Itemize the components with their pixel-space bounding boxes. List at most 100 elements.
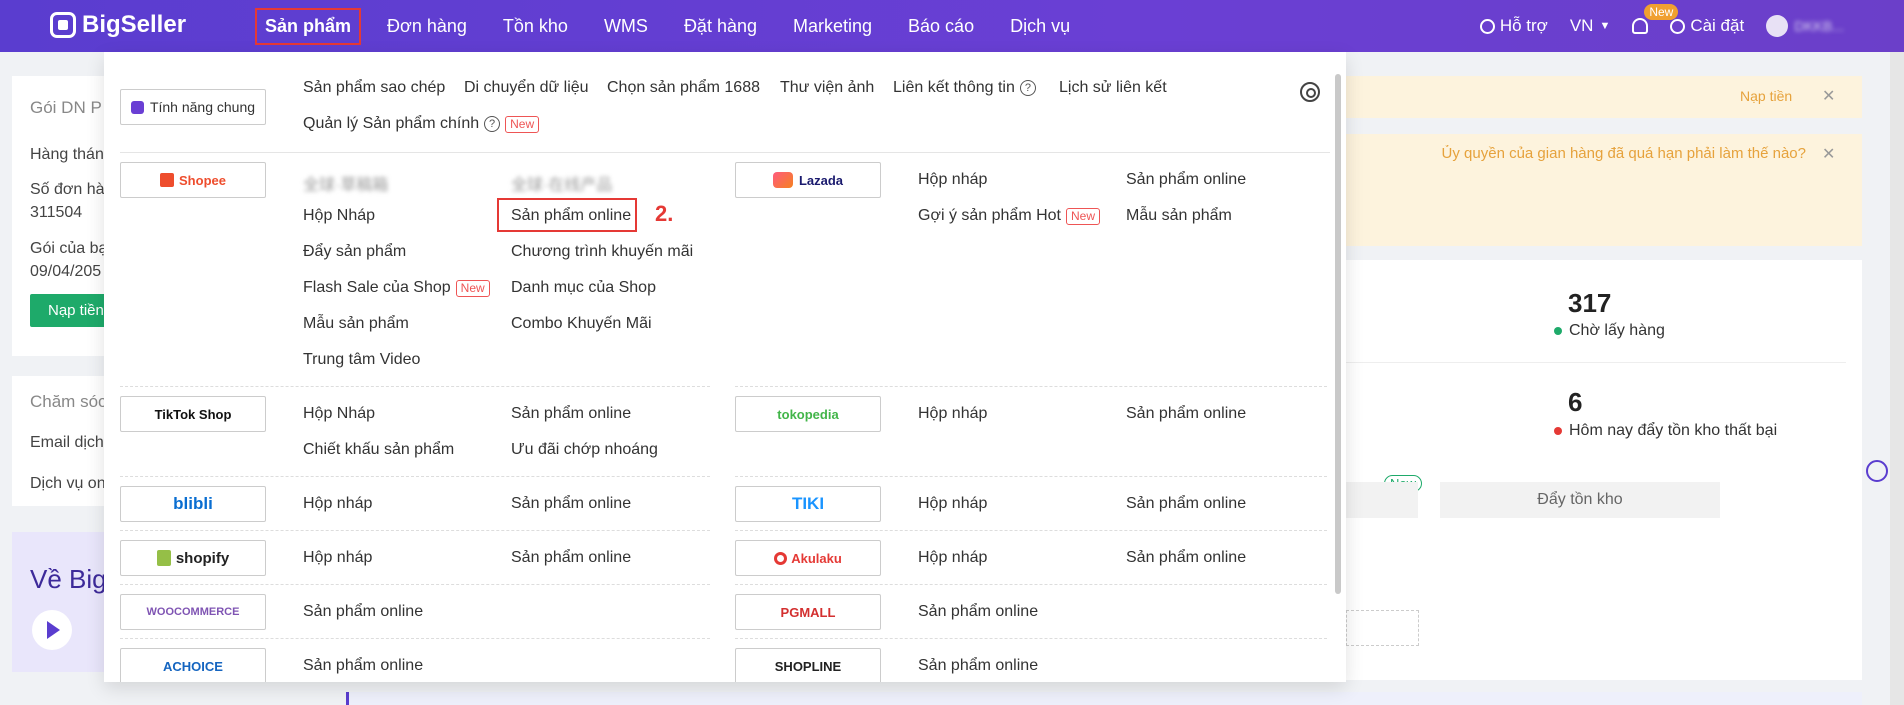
divider — [120, 584, 710, 585]
shopee-video-center-link[interactable]: Trung tâm Video — [303, 351, 420, 369]
nav-inventory[interactable]: Tồn kho — [485, 0, 586, 52]
support-email: Email dịch — [30, 434, 104, 451]
shopline-online-products-link[interactable]: Sản phẩm online — [918, 657, 1038, 675]
lazada-product-template-link[interactable]: Mẫu sản phẩm — [1126, 207, 1232, 225]
tiktok-logo: TikTok Shop — [120, 396, 266, 432]
close-icon[interactable]: ✕ — [1822, 86, 1835, 106]
search-icon — [1479, 18, 1495, 34]
brand-logo[interactable]: BigSeller — [50, 11, 186, 39]
nav-purchase[interactable]: Đặt hàng — [666, 0, 775, 52]
stat-push-failed-count[interactable]: 6 — [1568, 387, 1582, 418]
page-scrollbar[interactable] — [1890, 52, 1904, 705]
new-badge: New — [455, 279, 490, 297]
main-nav: Sản phẩm Đơn hàng Tồn kho WMS Đặt hàng M… — [247, 0, 1088, 52]
nav-reports[interactable]: Báo cáo — [890, 0, 992, 52]
lazada-hot-products-link[interactable]: Gợi ý sản phẩm Hot New — [918, 207, 1101, 225]
link-global-draft[interactable]: 全球·草稿箱 — [303, 171, 388, 195]
plan-line-2: Số đơn hàn — [30, 181, 114, 198]
search-icon[interactable] — [1866, 460, 1888, 482]
shopee-combo-link[interactable]: Combo Khuyến Mãi — [511, 315, 652, 333]
lazada-online-products-link[interactable]: Sản phẩm online — [1126, 171, 1246, 189]
nav-services[interactable]: Dịch vụ — [992, 0, 1088, 52]
link-linking-history[interactable]: Lịch sử liên kết — [1059, 79, 1167, 97]
shopee-product-template-link[interactable]: Mẫu sản phẩm — [303, 315, 409, 333]
woocommerce-online-products-link[interactable]: Sản phẩm online — [303, 603, 423, 621]
gear-icon[interactable] — [1300, 82, 1320, 102]
tiktok-discount-link[interactable]: Chiết khấu sản phẩm — [303, 441, 454, 459]
tiki-online-products-link[interactable]: Sản phẩm online — [1126, 495, 1246, 513]
nav-marketing[interactable]: Marketing — [775, 0, 890, 52]
stat-awaiting-pickup-label: Chờ lấy hàng — [1569, 322, 1665, 339]
about-title: Về Big — [30, 564, 107, 594]
shopify-online-products-link[interactable]: Sản phẩm online — [511, 549, 631, 567]
stat-awaiting-pickup-count[interactable]: 317 — [1568, 288, 1611, 319]
woocommerce-name: WOOCOMMERCE — [146, 606, 240, 618]
link-select-1688[interactable]: Chọn sản phẩm 1688 — [607, 79, 760, 97]
lazada-icon — [772, 172, 793, 188]
achoice-logo: ACHOICE — [120, 648, 266, 682]
upload-area[interactable] — [1346, 610, 1419, 646]
new-badge: New — [505, 115, 540, 133]
divider — [120, 530, 710, 531]
link-info-linking[interactable]: Liên kết thông tin? — [893, 79, 1036, 97]
shopee-online-products-link[interactable]: Sản phẩm online — [511, 207, 631, 225]
nav-wms[interactable]: WMS — [586, 0, 666, 52]
user-menu[interactable]: DKKB... — [1766, 15, 1844, 37]
help-label: Hỗ trợ — [1499, 16, 1548, 35]
link-image-library[interactable]: Thư viện ảnh — [780, 79, 874, 97]
pgmall-logo: PGMALL — [735, 594, 881, 630]
divider — [120, 152, 1330, 153]
shopify-logo: shopify — [120, 540, 266, 576]
general-features-button[interactable]: Tính năng chung — [120, 89, 266, 125]
tiki-draft-link[interactable]: Hộp nháp — [918, 495, 987, 513]
dropdown-scrollbar[interactable] — [1335, 74, 1341, 594]
nav-orders[interactable]: Đơn hàng — [369, 0, 485, 52]
blibli-online-products-link[interactable]: Sản phẩm online — [511, 495, 631, 513]
settings-link[interactable]: Cài đặt — [1670, 16, 1744, 36]
tiki-logo: TIKI — [735, 486, 881, 522]
shopee-name: Shopee — [179, 172, 226, 188]
tab-push-stock[interactable]: Đẩy tồn kho — [1440, 482, 1720, 518]
notifications-button[interactable]: New — [1632, 4, 1679, 34]
akulaku-online-products-link[interactable]: Sản phẩm online — [1126, 549, 1246, 567]
nav-products[interactable]: Sản phẩm — [247, 0, 369, 52]
shopee-push-products-link[interactable]: Đẩy sản phẩm — [303, 243, 406, 261]
bigseller-logo-icon — [50, 12, 76, 38]
shopee-draft-link[interactable]: Hộp Nháp — [303, 207, 375, 225]
pgmall-online-products-link[interactable]: Sản phẩm online — [918, 603, 1038, 621]
lazada-draft-link[interactable]: Hộp nháp — [918, 171, 987, 189]
tiktok-draft-link[interactable]: Hộp Nháp — [303, 405, 375, 423]
new-badge: New — [1066, 207, 1101, 225]
plan-number: 311504 — [30, 204, 83, 221]
help-icon: ? — [1019, 80, 1036, 96]
tiktok-online-products-link[interactable]: Sản phẩm online — [511, 405, 631, 423]
link-data-migration[interactable]: Di chuyển dữ liệu — [464, 79, 589, 97]
shopee-shop-category-link[interactable]: Danh mục của Shop — [511, 279, 656, 297]
blibli-draft-link[interactable]: Hộp nháp — [303, 495, 372, 513]
lazada-logo: Lazada — [735, 162, 881, 198]
tokopedia-online-products-link[interactable]: Sản phẩm online — [1126, 405, 1246, 423]
akulaku-logo: Akulaku — [735, 540, 881, 576]
shopline-name: SHOPLINE — [774, 658, 842, 674]
divider — [120, 386, 710, 387]
link-main-product-management[interactable]: Quản lý Sản phẩm chính? New — [303, 115, 540, 133]
tokopedia-draft-link[interactable]: Hộp nháp — [918, 405, 987, 423]
shopee-promotions-link[interactable]: Chương trình khuyến mãi — [511, 243, 693, 261]
notice-auth-text[interactable]: Ủy quyền của gian hàng đã quá hạn phải l… — [1346, 145, 1806, 162]
shopee-flash-sale-link[interactable]: Flash Sale của Shop New — [303, 279, 490, 297]
notice-topup-link[interactable]: Nạp tiền — [1740, 88, 1792, 104]
tiktok-flash-deal-link[interactable]: Ưu đãi chớp nhoáng — [511, 441, 658, 459]
akulaku-draft-link[interactable]: Hộp nháp — [918, 549, 987, 567]
link-global-online[interactable]: 全球·在线产品 — [511, 171, 612, 195]
shopify-draft-link[interactable]: Hộp nháp — [303, 549, 372, 567]
help-link[interactable]: Hỗ trợ — [1479, 16, 1548, 36]
stat-push-failed-label: Hôm nay đẩy tồn kho thất bại — [1569, 422, 1778, 439]
tab-placeholder[interactable] — [1346, 482, 1418, 518]
language-select[interactable]: VN ▼ — [1570, 16, 1611, 36]
play-button[interactable] — [32, 610, 72, 650]
close-icon[interactable]: ✕ — [1822, 144, 1835, 164]
brand-name: BigSeller — [82, 11, 187, 38]
link-copy-products[interactable]: Sản phẩm sao chép — [303, 79, 445, 97]
achoice-online-products-link[interactable]: Sản phẩm online — [303, 657, 423, 675]
tiki-name: TIKI — [791, 494, 825, 513]
